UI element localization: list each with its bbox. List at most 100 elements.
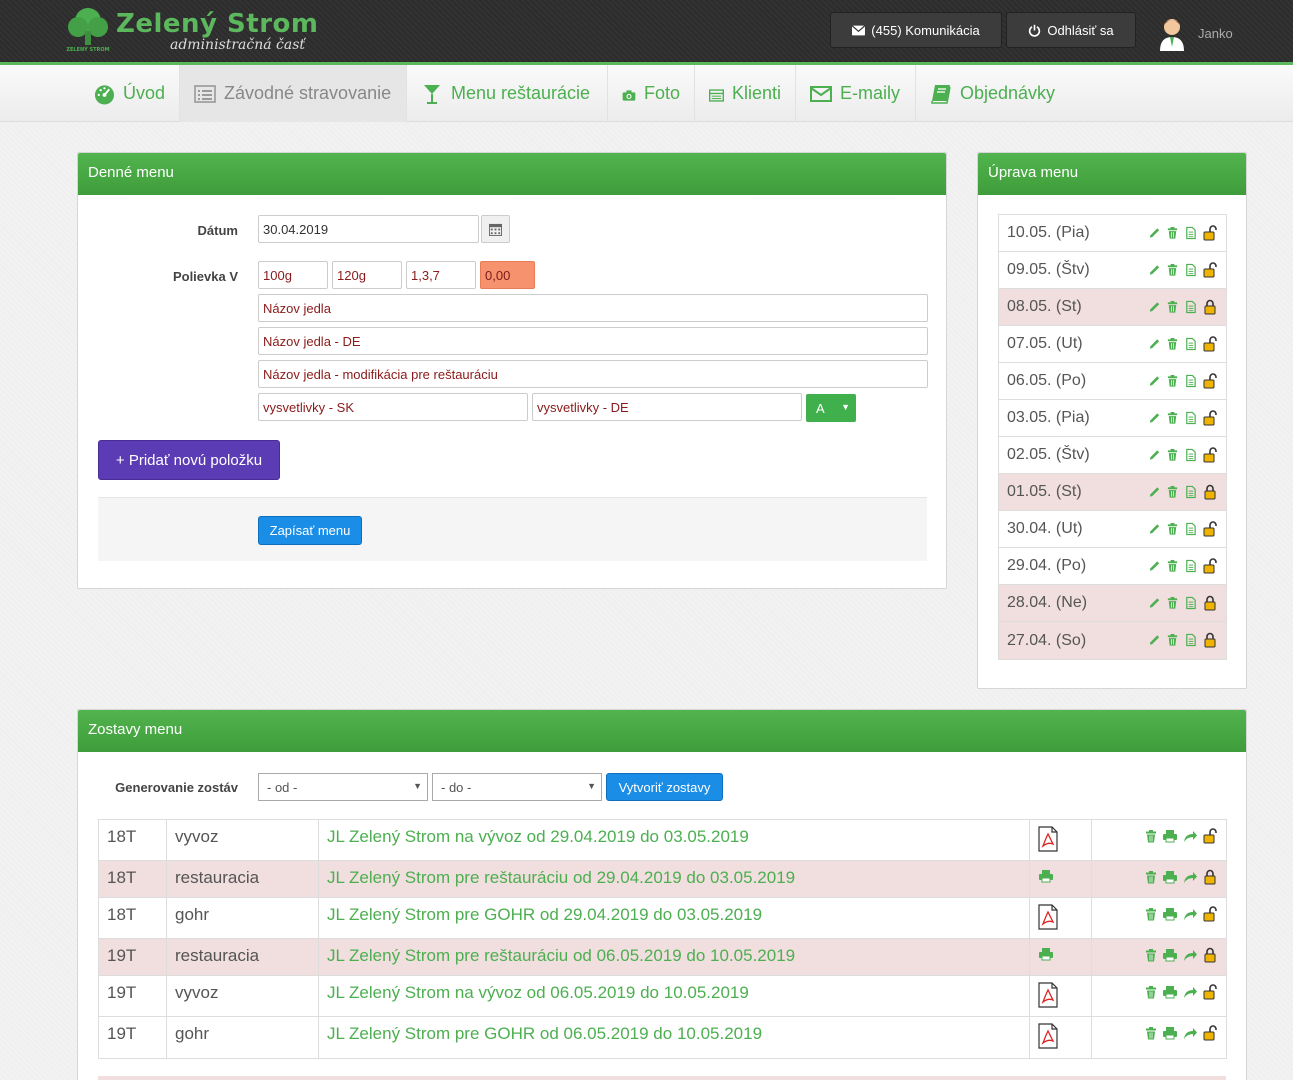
pencil-icon[interactable] — [1148, 448, 1161, 462]
trash-icon[interactable] — [1166, 226, 1179, 240]
menu-day-label[interactable]: 01.05. (St) — [1007, 483, 1082, 501]
unlock-icon[interactable] — [1202, 828, 1218, 844]
trash-icon[interactable] — [1144, 829, 1158, 844]
lock-icon[interactable] — [1202, 595, 1218, 611]
report-title-link[interactable]: JL Zelený Strom na vývoz od 29.04.2019 d… — [319, 820, 1030, 860]
pdf-file-icon[interactable] — [1038, 904, 1058, 930]
pdf-file-icon[interactable] — [1038, 1023, 1058, 1049]
print-icon[interactable] — [1038, 869, 1054, 883]
nav-item-uvod[interactable]: Úvod — [80, 65, 180, 122]
document-icon[interactable] — [1184, 522, 1197, 536]
variant-select[interactable]: A ▼ — [806, 394, 856, 422]
trash-icon[interactable] — [1166, 300, 1179, 314]
document-icon[interactable] — [1184, 596, 1197, 610]
pencil-icon[interactable] — [1148, 411, 1161, 425]
menu-day-row[interactable]: 03.05. (Pia) — [999, 400, 1226, 437]
pencil-icon[interactable] — [1148, 522, 1161, 536]
share-arrow-icon[interactable] — [1182, 948, 1198, 962]
trash-icon[interactable] — [1166, 485, 1179, 499]
lock-icon[interactable] — [1202, 869, 1218, 885]
lock-icon[interactable] — [1202, 947, 1218, 963]
report-title-link[interactable]: JL Zelený Strom pre reštauráciu od 29.04… — [319, 861, 1030, 897]
print-icon[interactable] — [1162, 907, 1178, 921]
pencil-icon[interactable] — [1148, 300, 1161, 314]
pencil-icon[interactable] — [1148, 337, 1161, 351]
pencil-icon[interactable] — [1148, 263, 1161, 277]
trash-icon[interactable] — [1166, 559, 1179, 573]
nav-item-emaily[interactable]: E-maily — [796, 65, 916, 122]
report-title-link[interactable]: JL Zelený Strom pre reštauráciu od 06.05… — [319, 939, 1030, 975]
document-icon[interactable] — [1184, 559, 1197, 573]
logout-button[interactable]: Odhlásiť sa — [1006, 12, 1136, 48]
print-icon[interactable] — [1162, 1026, 1178, 1040]
share-arrow-icon[interactable] — [1182, 829, 1198, 843]
trash-icon[interactable] — [1144, 985, 1158, 1000]
trash-icon[interactable] — [1144, 1026, 1158, 1041]
trash-icon[interactable] — [1166, 374, 1179, 388]
print-icon[interactable] — [1162, 948, 1178, 962]
menu-day-label[interactable]: 27.04. (So) — [1007, 632, 1086, 650]
messages-button[interactable]: (455) Komunikácia — [830, 12, 1002, 48]
trash-icon[interactable] — [1144, 907, 1158, 922]
nav-item-klienti[interactable]: Klienti — [695, 65, 796, 122]
menu-day-label[interactable]: 07.05. (Ut) — [1007, 335, 1083, 353]
menu-day-row[interactable]: 09.05. (Štv) — [999, 252, 1226, 289]
menu-day-label[interactable]: 08.05. (St) — [1007, 298, 1082, 316]
print-icon[interactable] — [1038, 947, 1054, 961]
document-icon[interactable] — [1184, 633, 1197, 647]
unlock-icon[interactable] — [1202, 373, 1218, 389]
menu-day-label[interactable]: 10.05. (Pia) — [1007, 224, 1090, 242]
unlock-icon[interactable] — [1202, 558, 1218, 574]
pencil-icon[interactable] — [1148, 374, 1161, 388]
menu-day-row[interactable]: 30.04. (Ut) — [999, 511, 1226, 548]
save-menu-button[interactable]: Zapísať menu — [258, 516, 362, 545]
share-arrow-icon[interactable] — [1182, 907, 1198, 921]
document-icon[interactable] — [1184, 263, 1197, 277]
trash-icon[interactable] — [1166, 596, 1179, 610]
menu-day-label[interactable]: 09.05. (Štv) — [1007, 261, 1090, 279]
trash-icon[interactable] — [1166, 448, 1179, 462]
unlock-icon[interactable] — [1202, 906, 1218, 922]
share-arrow-icon[interactable] — [1182, 870, 1198, 884]
amount1-input[interactable]: 100g — [258, 261, 328, 289]
calendar-button[interactable] — [481, 215, 510, 243]
report-title-link[interactable]: JL Zelený Strom pre GOHR od 29.04.2019 d… — [319, 898, 1030, 938]
menu-day-label[interactable]: 03.05. (Pia) — [1007, 409, 1090, 427]
menu-day-row[interactable]: 02.05. (Štv) — [999, 437, 1226, 474]
share-arrow-icon[interactable] — [1182, 1026, 1198, 1040]
notes-de-input[interactable]: vysvetlivky - DE — [532, 393, 802, 421]
lock-icon[interactable] — [1202, 484, 1218, 500]
unlock-icon[interactable] — [1202, 336, 1218, 352]
report-title-link[interactable]: JL Zelený Strom na vývoz od 06.05.2019 d… — [319, 976, 1030, 1016]
trash-icon[interactable] — [1166, 522, 1179, 536]
from-select[interactable]: - od - ▼ — [258, 773, 428, 801]
add-item-button[interactable]: + Pridať novú položku — [98, 440, 280, 480]
price-input[interactable]: 0,00 — [480, 261, 535, 289]
trash-icon[interactable] — [1166, 263, 1179, 277]
dish-name-input[interactable]: Názov jedla — [258, 294, 928, 322]
pencil-icon[interactable] — [1148, 633, 1161, 647]
document-icon[interactable] — [1184, 226, 1197, 240]
pencil-icon[interactable] — [1148, 559, 1161, 573]
pencil-icon[interactable] — [1148, 596, 1161, 610]
dish-name-de-input[interactable]: Názov jedla - DE — [258, 327, 928, 355]
unlock-icon[interactable] — [1202, 262, 1218, 278]
menu-day-row[interactable]: 07.05. (Ut) — [999, 326, 1226, 363]
unlock-icon[interactable] — [1202, 410, 1218, 426]
menu-day-row[interactable]: 27.04. (So) — [999, 622, 1226, 659]
username[interactable]: Janko — [1198, 26, 1233, 41]
pencil-icon[interactable] — [1148, 485, 1161, 499]
print-icon[interactable] — [1162, 829, 1178, 843]
trash-icon[interactable] — [1166, 337, 1179, 351]
unlock-icon[interactable] — [1202, 447, 1218, 463]
menu-day-row[interactable]: 28.04. (Ne) — [999, 585, 1226, 622]
document-icon[interactable] — [1184, 300, 1197, 314]
allergens-input[interactable]: 1,3,7 — [406, 261, 476, 289]
pdf-file-icon[interactable] — [1038, 982, 1058, 1008]
trash-icon[interactable] — [1144, 870, 1158, 885]
unlock-icon[interactable] — [1202, 225, 1218, 241]
menu-day-label[interactable]: 02.05. (Štv) — [1007, 446, 1090, 464]
to-select[interactable]: - do - ▼ — [432, 773, 602, 801]
nav-item-objednavky[interactable]: Objednávky — [916, 65, 1076, 122]
lock-icon[interactable] — [1202, 299, 1218, 315]
